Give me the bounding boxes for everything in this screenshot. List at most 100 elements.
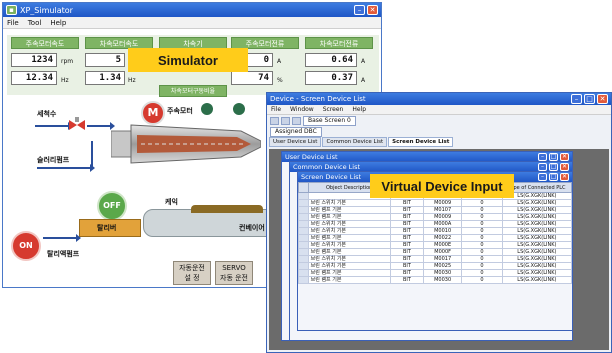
minimize-icon[interactable]: – bbox=[354, 5, 365, 15]
close-icon[interactable]: ✕ bbox=[560, 173, 569, 181]
table-cell[interactable]: BIT bbox=[389, 269, 425, 277]
table-cell[interactable]: LS(G.XGK(LINK) bbox=[501, 248, 572, 256]
table-cell[interactable]: 0 bbox=[461, 213, 503, 221]
valve-icon[interactable] bbox=[69, 117, 85, 133]
table-row[interactable]: 브린 스위치 기본 BIT M0017 0 LS(G.XGK(LINK) bbox=[298, 255, 572, 263]
row-number-cell[interactable] bbox=[298, 220, 309, 228]
table-cell[interactable]: 0 bbox=[461, 241, 503, 249]
row-number-cell[interactable] bbox=[298, 276, 309, 284]
table-cell[interactable]: M0017 bbox=[423, 255, 463, 263]
table-cell[interactable]: BIT bbox=[389, 234, 425, 242]
screen-select[interactable]: Base Screen 0 bbox=[303, 115, 356, 126]
row-number-cell[interactable] bbox=[298, 234, 309, 242]
table-cell[interactable]: 브린 스위치 기본 bbox=[307, 199, 391, 207]
table-cell[interactable]: M0030 bbox=[423, 269, 463, 277]
table-cell[interactable]: 브린 램프 기본 bbox=[307, 213, 391, 221]
table-row[interactable]: 브린 램프 기본 BIT M0009 0 LS(G.XGK(LINK) bbox=[298, 213, 572, 221]
table-cell[interactable]: 브린 램프 기본 bbox=[307, 276, 391, 284]
tab-user-device-list[interactable]: User Device List bbox=[269, 137, 322, 147]
table-cell[interactable]: 브린 램프 기본 bbox=[307, 269, 391, 277]
maximize-icon[interactable]: □ bbox=[549, 153, 558, 161]
table-cell[interactable]: 0 bbox=[461, 227, 503, 235]
table-cell[interactable]: 브린 스위치 기본 bbox=[307, 220, 391, 228]
table-cell[interactable]: 0 bbox=[461, 248, 503, 256]
table-row[interactable]: 브린 스위치 기본 BIT M0025 0 LS(G.XGK(LINK) bbox=[298, 262, 572, 270]
table-row[interactable]: 브린 스위치 기본 BIT M0009 0 LS(G.XGK(LINK) bbox=[298, 199, 572, 207]
table-cell[interactable]: 0 bbox=[461, 199, 503, 207]
table-cell[interactable]: LS(G.XGK(LINK) bbox=[501, 213, 572, 221]
table-cell[interactable]: BIT bbox=[389, 241, 425, 249]
minimize-icon[interactable]: – bbox=[538, 173, 547, 181]
auto-run-settings-button[interactable]: 자동운전 설 정 bbox=[173, 261, 211, 285]
off-button[interactable]: OFF bbox=[97, 191, 127, 221]
table-cell[interactable]: LS(G.XGK(LINK) bbox=[501, 227, 572, 235]
minimize-icon[interactable]: – bbox=[538, 163, 547, 171]
table-cell[interactable]: M0030 bbox=[423, 276, 463, 284]
table-cell[interactable]: BIT bbox=[389, 262, 425, 270]
servo-auto-run-button[interactable]: SERVO 자동 운전 bbox=[215, 261, 253, 285]
table-cell[interactable]: BIT bbox=[389, 227, 425, 235]
table-cell[interactable]: BIT bbox=[389, 248, 425, 256]
table-cell[interactable]: LS(G.XGK(LINK) bbox=[501, 206, 572, 214]
menu-screen[interactable]: Screen bbox=[323, 106, 344, 113]
table-cell[interactable]: M0010 bbox=[423, 227, 463, 235]
toolbar-icon[interactable] bbox=[270, 116, 279, 125]
table-cell[interactable]: 브린 램프 기본 bbox=[307, 206, 391, 214]
menu-tool[interactable]: Tool bbox=[28, 19, 42, 27]
table-cell[interactable]: 0 bbox=[461, 262, 503, 270]
table-cell[interactable]: M0025 bbox=[423, 262, 463, 270]
table-cell[interactable]: LS(G.XGK(LINK) bbox=[501, 276, 572, 284]
device-titlebar[interactable]: Device - Screen Device List – □ ✕ bbox=[267, 93, 611, 105]
table-cell[interactable]: LS(G.XGK(LINK) bbox=[501, 199, 572, 207]
close-icon[interactable]: ✕ bbox=[597, 94, 608, 104]
table-row[interactable]: 브린 램프 기본 BIT M0022 0 LS(G.XGK(LINK) bbox=[298, 234, 572, 242]
table-cell[interactable]: 0 bbox=[461, 206, 503, 214]
row-number-cell[interactable] bbox=[298, 227, 309, 235]
menu-help[interactable]: Help bbox=[352, 106, 366, 113]
table-cell[interactable]: M000A bbox=[423, 220, 463, 228]
row-number-cell[interactable] bbox=[298, 248, 309, 256]
table-cell[interactable]: 브린 스위치 기본 bbox=[307, 241, 391, 249]
table-cell[interactable]: LS(G.XGK(LINK) bbox=[501, 255, 572, 263]
table-cell[interactable]: LS(G.XGK(LINK) bbox=[501, 220, 572, 228]
table-cell[interactable]: BIT bbox=[389, 206, 425, 214]
table-cell[interactable]: M0107 bbox=[423, 206, 463, 214]
maximize-icon[interactable]: □ bbox=[584, 94, 595, 104]
table-cell[interactable]: 브린 스위치 기본 bbox=[307, 255, 391, 263]
table-cell[interactable]: BIT bbox=[389, 220, 425, 228]
table-cell[interactable]: LS(G.XGK(LINK) bbox=[501, 269, 572, 277]
table-cell[interactable]: M000F bbox=[423, 248, 463, 256]
table-cell[interactable]: 0 bbox=[461, 234, 503, 242]
table-cell[interactable]: 0 bbox=[461, 255, 503, 263]
table-cell[interactable]: BIT bbox=[389, 255, 425, 263]
table-row[interactable]: 브린 스위치 기본 BIT M000A 0 LS(G.XGK(LINK) bbox=[298, 220, 572, 228]
row-number-cell[interactable] bbox=[298, 269, 309, 277]
minimize-icon[interactable]: – bbox=[571, 94, 582, 104]
close-icon[interactable]: ✕ bbox=[560, 163, 569, 171]
table-cell[interactable]: M0009 bbox=[423, 199, 463, 207]
table-cell[interactable]: 0 bbox=[461, 269, 503, 277]
table-cell[interactable]: M0022 bbox=[423, 234, 463, 242]
table-cell[interactable]: LS(G.XGK(LINK) bbox=[501, 234, 572, 242]
row-number-cell[interactable] bbox=[298, 206, 309, 214]
row-number-cell[interactable] bbox=[298, 241, 309, 249]
menu-help[interactable]: Help bbox=[50, 19, 66, 27]
menu-window[interactable]: Window bbox=[290, 106, 314, 113]
minimize-icon[interactable]: – bbox=[538, 153, 547, 161]
table-cell[interactable]: BIT bbox=[389, 213, 425, 221]
toolbar-icon[interactable] bbox=[292, 116, 301, 125]
simulator-titlebar[interactable]: ▪ XP_Simulator – ✕ bbox=[3, 3, 381, 17]
table-cell[interactable]: LS(G.XGK(LINK) bbox=[501, 262, 572, 270]
table-cell[interactable]: M0009 bbox=[423, 213, 463, 221]
close-icon[interactable]: ✕ bbox=[560, 153, 569, 161]
on-button[interactable]: ON bbox=[11, 231, 41, 261]
table-row[interactable]: 브린 램프 기본 BIT M0030 0 LS(G.XGK(LINK) bbox=[298, 269, 572, 277]
tab-common-device-list[interactable]: Common Device List bbox=[322, 137, 388, 147]
maximize-icon[interactable]: □ bbox=[549, 173, 558, 181]
tab-screen-device-list[interactable]: Screen Device List bbox=[388, 137, 454, 147]
row-number-cell[interactable] bbox=[298, 199, 309, 207]
close-icon[interactable]: ✕ bbox=[367, 5, 378, 15]
table-row[interactable]: 브린 스위치 기본 BIT M000E 0 LS(G.XGK(LINK) bbox=[298, 241, 572, 249]
table-row[interactable]: 브린 램프 기본 BIT M0030 0 LS(G.XGK(LINK) bbox=[298, 276, 572, 284]
table-cell[interactable]: M000E bbox=[423, 241, 463, 249]
